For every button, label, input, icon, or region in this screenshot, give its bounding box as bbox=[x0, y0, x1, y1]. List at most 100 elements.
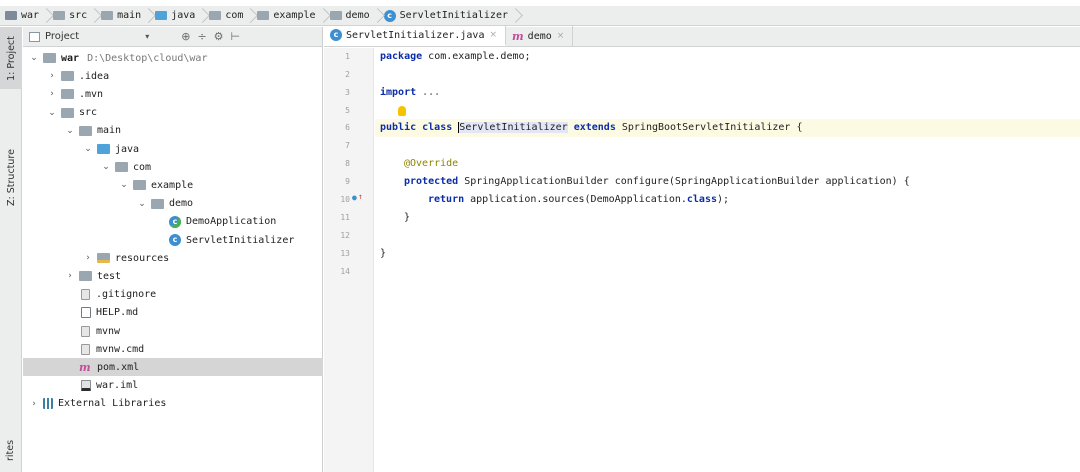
chevron-right-icon bbox=[319, 6, 327, 26]
breadcrumb-item[interactable]: src bbox=[50, 6, 90, 26]
tree-item[interactable]: › test bbox=[23, 267, 323, 285]
tree-item[interactable]: ⌄ com bbox=[23, 158, 323, 176]
hide-panel-icon[interactable]: ⊢ bbox=[231, 30, 241, 43]
chevron-down-icon[interactable]: ⌄ bbox=[29, 53, 39, 63]
chevron-down-icon[interactable]: ⌄ bbox=[65, 126, 75, 136]
collapse-all-icon[interactable]: ÷ bbox=[197, 30, 206, 43]
locate-icon[interactable]: ⊕ bbox=[181, 30, 190, 43]
tree-item[interactable]: mvnw.cmd bbox=[23, 340, 323, 358]
file-icon bbox=[81, 325, 90, 337]
code-line: } bbox=[404, 212, 411, 223]
tree-item[interactable]: › .mvn bbox=[23, 85, 323, 103]
tree-item-label: example bbox=[151, 179, 194, 191]
tree-item-label: External Libraries bbox=[58, 398, 167, 410]
editor-tab[interactable]: c ServletInitializer.java × bbox=[324, 26, 507, 46]
tree-item[interactable]: ⌄ demo bbox=[23, 195, 323, 213]
code-area[interactable]: package com.example.demo; import ... pub… bbox=[375, 48, 1080, 472]
tree-item[interactable]: ⌄ main bbox=[23, 122, 323, 140]
tree-item[interactable]: war.iml bbox=[23, 377, 323, 395]
chevron-right-icon[interactable]: › bbox=[47, 71, 57, 81]
package-icon bbox=[329, 11, 342, 20]
breadcrumb-item[interactable]: com bbox=[206, 6, 246, 26]
editor-gutter: ● ↑ 1 2 3 5 6 7 8 9 10 11 12 13 14 bbox=[324, 48, 374, 472]
chevron-right-icon[interactable]: › bbox=[83, 253, 93, 263]
chevron-right-icon bbox=[511, 6, 519, 26]
tree-item[interactable]: mvnw bbox=[23, 322, 323, 340]
code-line: import ... bbox=[380, 87, 441, 98]
folder-icon bbox=[53, 11, 66, 20]
chevron-right-icon[interactable]: › bbox=[29, 399, 39, 409]
tree-item[interactable]: › .idea bbox=[23, 67, 323, 85]
line-number: 13 bbox=[340, 249, 350, 258]
editor-tab-label: demo bbox=[527, 30, 552, 42]
editor-tab[interactable]: m demo × bbox=[506, 26, 574, 46]
code-line: protected SpringApplicationBuilder confi… bbox=[404, 176, 910, 187]
code-editor: c ServletInitializer.java × m demo × ● ↑ 1235… bbox=[324, 26, 1080, 472]
tab-structure-tool[interactable]: Z: Structure bbox=[0, 137, 22, 217]
file-icon bbox=[81, 343, 90, 355]
folder-icon bbox=[151, 198, 164, 209]
tab-project-tool[interactable]: 1: Project bbox=[0, 27, 22, 89]
chevron-down-icon[interactable]: ⌄ bbox=[47, 108, 57, 118]
project-view-title[interactable]: Project bbox=[45, 31, 79, 42]
tree-item[interactable]: HELP.md bbox=[23, 304, 323, 322]
breadcrumb-item[interactable]: c ServletInitializer bbox=[381, 6, 511, 26]
chevron-down-icon[interactable]: ⌄ bbox=[101, 162, 111, 172]
file-icon bbox=[81, 289, 90, 301]
folder-icon bbox=[61, 89, 74, 100]
tree-item[interactable]: ⌄ example bbox=[23, 176, 323, 194]
tree-item[interactable]: ⌄ war D:\Desktop\cloud\war bbox=[23, 49, 323, 67]
tool-window-strip: 1: Project Z: Structure rites bbox=[0, 27, 22, 472]
chevron-down-icon[interactable]: ⌄ bbox=[119, 180, 129, 190]
line-number: 11 bbox=[340, 213, 350, 222]
cls-icon: c bbox=[169, 234, 181, 246]
breadcrumb-label: java bbox=[171, 10, 196, 21]
lightbulb-icon[interactable] bbox=[398, 106, 406, 116]
chevron-right-icon[interactable]: › bbox=[47, 89, 57, 99]
module-icon bbox=[43, 53, 56, 63]
tree-item[interactable]: › resources bbox=[23, 249, 323, 267]
gear-icon[interactable]: ⚙ bbox=[214, 30, 224, 43]
tree-item[interactable]: ⌄ java bbox=[23, 140, 323, 158]
tree-item-label: java bbox=[115, 143, 140, 155]
code-line: return application.sources(DemoApplicati… bbox=[428, 194, 730, 205]
tree-item[interactable]: › External Libraries bbox=[23, 395, 323, 413]
breadcrumb-label: example bbox=[273, 10, 316, 21]
code-line: } bbox=[380, 248, 387, 259]
tree-item[interactable]: c ServletInitializer bbox=[23, 231, 323, 249]
res-icon bbox=[97, 253, 110, 264]
override-marker-icon[interactable]: ● bbox=[352, 193, 357, 202]
tree-item-label: war.iml bbox=[96, 380, 139, 392]
chevron-down-icon[interactable]: ⌄ bbox=[83, 144, 93, 154]
breadcrumb-label: com bbox=[225, 10, 244, 21]
tab-favorites-tool[interactable]: rites bbox=[0, 432, 22, 468]
folder-icon bbox=[79, 271, 92, 282]
tree-item[interactable]: m pom.xml bbox=[23, 358, 323, 377]
line-number: 8 bbox=[345, 159, 350, 168]
chevron-right-icon[interactable]: › bbox=[65, 271, 75, 281]
chevron-down-icon[interactable]: ▾ bbox=[145, 32, 149, 41]
breadcrumb-item[interactable]: example bbox=[254, 6, 318, 26]
tree-item[interactable]: c DemoApplication bbox=[23, 213, 323, 231]
module-path: D:\Desktop\cloud\war bbox=[87, 52, 208, 64]
code-line: package com.example.demo; bbox=[380, 51, 531, 62]
chevron-down-icon[interactable]: ⌄ bbox=[137, 199, 147, 209]
source-folder-icon bbox=[155, 11, 168, 20]
close-icon[interactable]: × bbox=[557, 31, 565, 41]
breadcrumb-item[interactable]: java bbox=[152, 6, 198, 26]
tree-item[interactable]: .gitignore bbox=[23, 286, 323, 304]
tab-project-label: 1: Project bbox=[5, 35, 17, 81]
tree-item-label: .mvn bbox=[79, 88, 104, 100]
tree-item-label: test bbox=[97, 270, 122, 282]
line-number: 2 bbox=[345, 70, 350, 79]
project-header-actions: ⊕ ÷ ⚙ ⊢ bbox=[181, 30, 240, 43]
folder-icon bbox=[79, 125, 92, 136]
line-number: 6 bbox=[345, 123, 350, 132]
tree-item[interactable]: ⌄ src bbox=[23, 104, 323, 122]
breadcrumb-item[interactable]: demo bbox=[327, 6, 373, 26]
breadcrumb-item[interactable]: war bbox=[2, 6, 42, 26]
chevron-right-icon bbox=[246, 6, 254, 26]
breadcrumb-item[interactable]: main bbox=[98, 6, 144, 26]
tree-item-label: src bbox=[79, 107, 98, 119]
close-icon[interactable]: × bbox=[489, 30, 497, 40]
